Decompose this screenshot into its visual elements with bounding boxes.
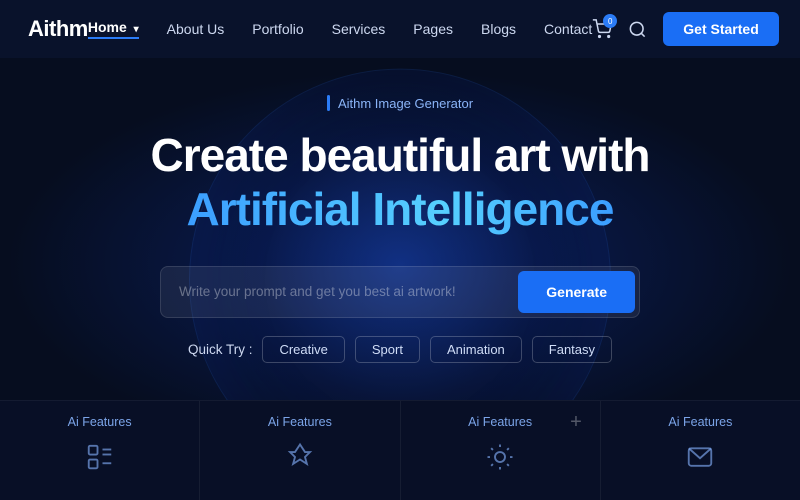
hero-title-line2: Artificial Intelligence: [187, 182, 614, 237]
plus-icon: +: [570, 411, 582, 434]
feature-label-3: Ai Features: [468, 415, 532, 429]
nav-link-portfolio[interactable]: Portfolio: [252, 21, 303, 37]
quick-tag-creative[interactable]: Creative: [262, 336, 344, 363]
nav-links: Home ▾ About Us Portfolio Services Pages…: [88, 19, 592, 39]
quick-tag-animation[interactable]: Animation: [430, 336, 522, 363]
chevron-down-icon: ▾: [134, 24, 139, 35]
hero-badge: Aithm Image Generator: [327, 95, 473, 111]
feature-icon-4: [682, 439, 718, 475]
feature-label-4: Ai Features: [668, 415, 732, 429]
quick-try-row: Quick Try : Creative Sport Animation Fan…: [188, 336, 612, 363]
quick-try-label: Quick Try :: [188, 342, 253, 357]
nav-link-about[interactable]: About Us: [167, 21, 225, 37]
feature-col-2: Ai Features: [200, 401, 400, 500]
nav-link-home[interactable]: Home ▾: [88, 19, 139, 39]
feature-col-3: + Ai Features: [401, 401, 601, 500]
prompt-search-bar: Generate: [160, 266, 640, 318]
prompt-input[interactable]: [161, 271, 514, 312]
nav-right: 0 Get Started: [592, 12, 778, 46]
nav-link-pages[interactable]: Pages: [413, 21, 453, 37]
quick-tag-sport[interactable]: Sport: [355, 336, 420, 363]
cart-button[interactable]: 0: [592, 19, 612, 39]
search-button[interactable]: [628, 20, 647, 39]
features-row: Ai Features Ai Features + Ai Features Ai: [0, 400, 800, 500]
feature-label-2: Ai Features: [268, 415, 332, 429]
nav-link-contact[interactable]: Contact: [544, 21, 592, 37]
feature-icon-3: [482, 439, 518, 475]
logo: Aithm: [28, 16, 88, 42]
feature-icon-1: [82, 439, 118, 475]
nav-link-services[interactable]: Services: [332, 21, 386, 37]
quick-tag-fantasy[interactable]: Fantasy: [532, 336, 612, 363]
hero-section: Aithm Image Generator Create beautiful a…: [0, 58, 800, 400]
feature-label-1: Ai Features: [68, 415, 132, 429]
cart-badge: 0: [603, 14, 617, 28]
feature-col-4: Ai Features: [601, 401, 800, 500]
feature-col-1: Ai Features: [0, 401, 200, 500]
nav-link-blogs[interactable]: Blogs: [481, 21, 516, 37]
navbar: Aithm Home ▾ About Us Portfolio Services…: [0, 0, 800, 58]
badge-line: [327, 95, 330, 111]
generate-button[interactable]: Generate: [518, 271, 635, 313]
hero-title-line1: Create beautiful art with: [151, 129, 650, 182]
get-started-button[interactable]: Get Started: [663, 12, 778, 46]
feature-icon-2: [282, 439, 318, 475]
